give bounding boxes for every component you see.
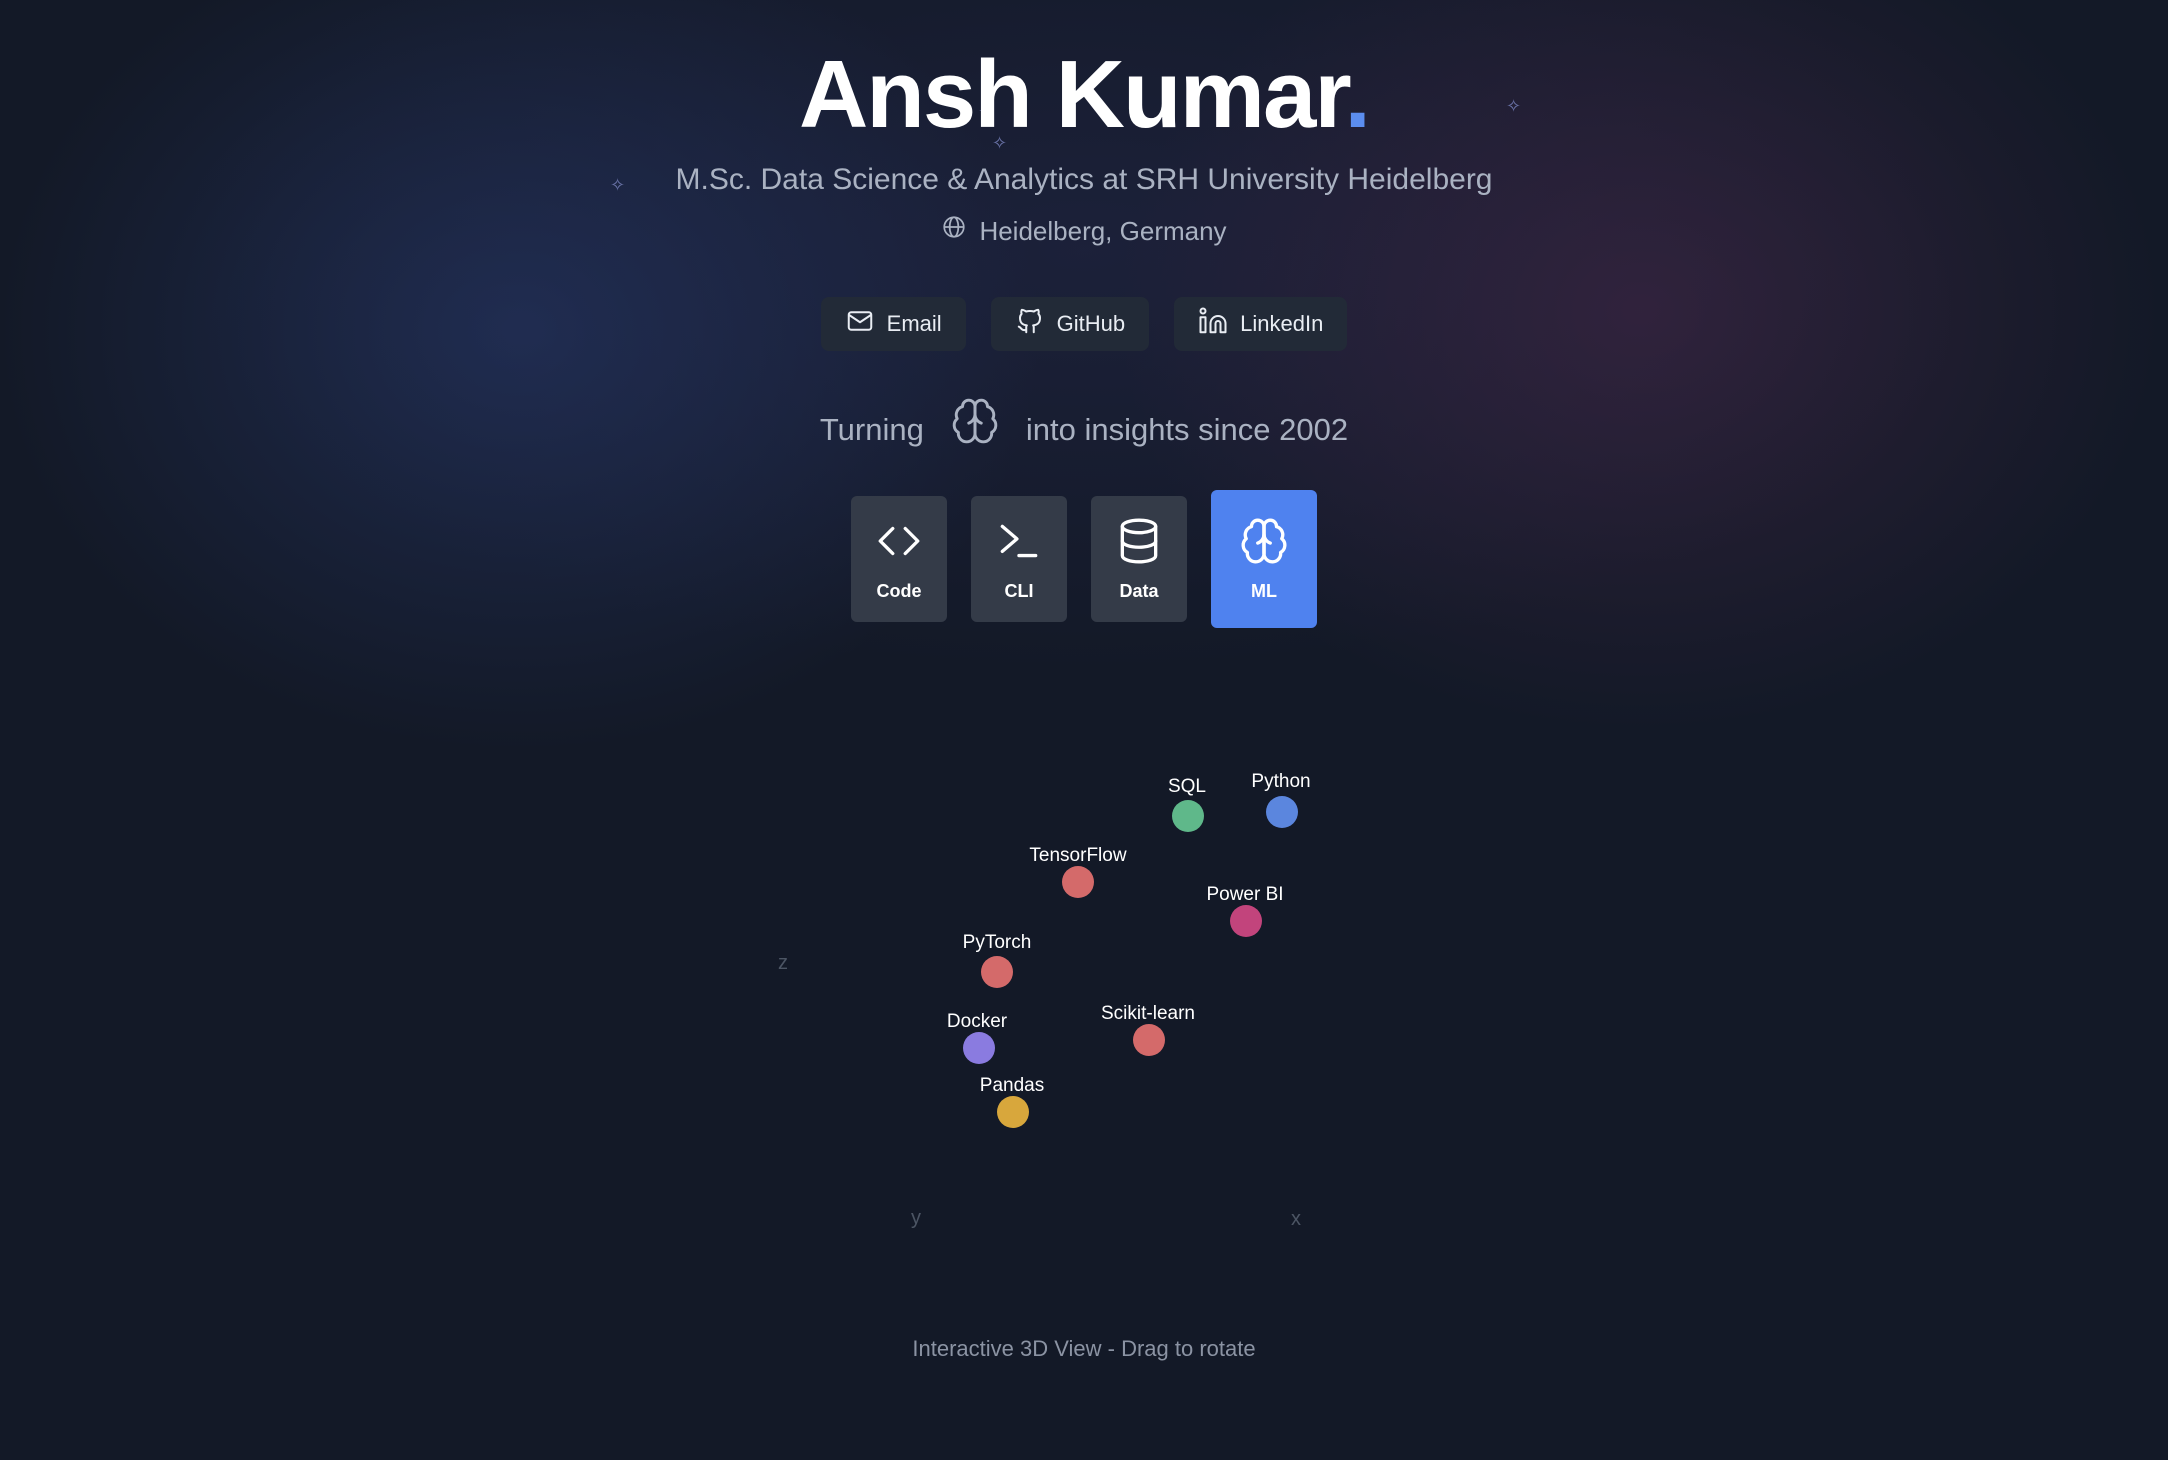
axis-label-x: x	[1291, 1208, 1301, 1230]
portfolio-page: ✧ ✧ ✧ ✧ Ansh Kumar. M.Sc. Data Science &…	[0, 0, 2168, 1460]
skill-point-sql	[1172, 800, 1204, 832]
skill-point-docker	[963, 1032, 995, 1064]
skill-label-pytorch: PyTorch	[962, 932, 1032, 953]
axis-label-y: y	[911, 1207, 921, 1229]
skill-point-tensorflow	[1062, 866, 1094, 898]
skills-3d-view[interactable]: z y x SQL Python TensorFlow Power BI PyTorch…	[0, 0, 2168, 1460]
skill-label-pandas: Pandas	[979, 1075, 1045, 1096]
skill-point-scikit-learn	[1133, 1024, 1165, 1056]
skill-point-pandas	[997, 1096, 1029, 1128]
view-hint: Interactive 3D View - Drag to rotate	[912, 1336, 1256, 1361]
axis-label-z: z	[778, 952, 788, 974]
skill-label-scikit-learn: Scikit-learn	[1101, 1003, 1195, 1024]
skill-label-docker: Docker	[946, 1011, 1008, 1032]
skill-label-tensorflow: TensorFlow	[1029, 845, 1127, 866]
skill-point-pytorch	[981, 956, 1013, 988]
skill-label-python: Python	[1251, 771, 1311, 792]
skill-label-power-bi: Power BI	[1206, 884, 1284, 905]
skill-point-power-bi	[1230, 905, 1262, 937]
skill-label-sql: SQL	[1167, 776, 1207, 797]
skill-point-python	[1266, 796, 1298, 828]
